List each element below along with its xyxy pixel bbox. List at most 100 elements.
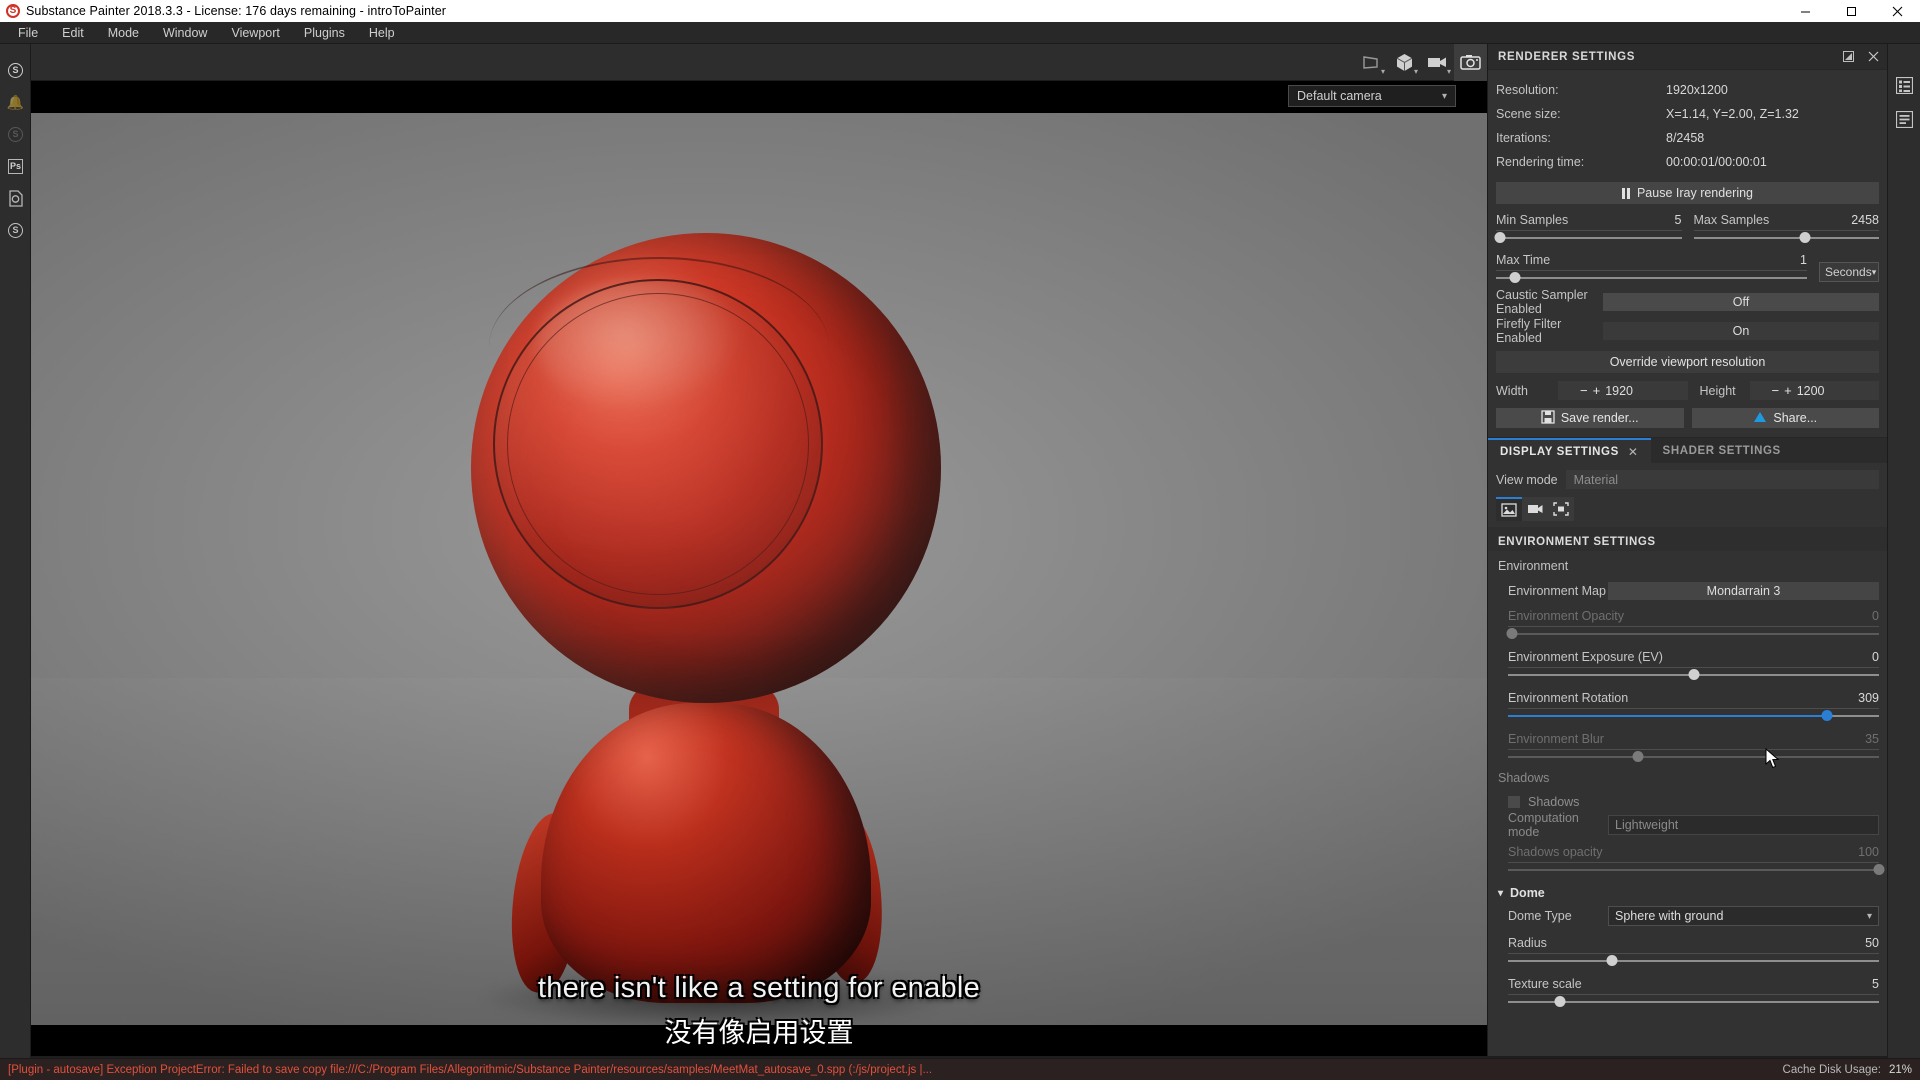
view-mode-field[interactable]: Material: [1565, 470, 1879, 489]
width-minus-icon[interactable]: −: [1580, 383, 1588, 398]
save-render-button[interactable]: Save render...: [1496, 408, 1684, 428]
firefly-filter-toggle[interactable]: On: [1603, 322, 1879, 340]
camera-selector[interactable]: Default camera ▾: [1288, 85, 1456, 107]
dome-type-select[interactable]: Sphere with ground ▾: [1608, 906, 1879, 926]
renderer-settings-body: Resolution: 1920x1200 Scene size: X=1.14…: [1488, 70, 1887, 428]
dome-texture-scale-slider[interactable]: Texture scale 5: [1508, 977, 1879, 1008]
document-properties-icon[interactable]: [1888, 102, 1920, 136]
dome-radius-slider[interactable]: Radius 50: [1508, 936, 1879, 967]
renderer-settings-title: RENDERER SETTINGS: [1498, 50, 1636, 63]
dome-radius-label: Radius: [1508, 936, 1547, 950]
status-cache-usage: Cache Disk Usage: 21%: [1783, 1064, 1912, 1076]
max-samples-slider[interactable]: Max Samples 2458: [1693, 213, 1879, 244]
environment-rotation-slider[interactable]: Environment Rotation 309: [1508, 691, 1879, 722]
render-canvas[interactable]: [31, 113, 1487, 1028]
cache-usage-value: 21%: [1888, 1063, 1912, 1076]
shadows-checkbox[interactable]: [1508, 796, 1520, 808]
view-mode-label: View mode: [1496, 472, 1558, 487]
height-minus-icon[interactable]: −: [1772, 383, 1780, 398]
camera-video-icon[interactable]: [1522, 497, 1548, 521]
menu-item-viewport[interactable]: Viewport: [219, 22, 291, 44]
shadows-checkbox-label: Shadows: [1528, 795, 1580, 809]
tab-shader-settings[interactable]: SHADER SETTINGS: [1651, 438, 1793, 463]
application-window: S Substance Painter 2018.3.3 - License: …: [0, 0, 1920, 1080]
pause-iray-rendering-button[interactable]: Pause Iray rendering: [1496, 182, 1879, 204]
substance-share-icon[interactable]: S: [0, 118, 31, 150]
max-time-row: Max Time 1 Seconds ▾: [1496, 253, 1879, 284]
dome-section-title: Dome: [1510, 886, 1545, 900]
pause-icon: [1621, 187, 1630, 199]
close-icon[interactable]: [1868, 51, 1879, 62]
tab-display-settings[interactable]: DISPLAY SETTINGS ✕: [1488, 438, 1651, 463]
environment-opacity-slider[interactable]: Environment Opacity 0: [1506, 609, 1879, 640]
3d-viewport[interactable]: Default camera ▾ there isn't like a sett…: [31, 81, 1487, 1056]
info-row-iterations: Iterations: 8/2458: [1496, 126, 1879, 150]
photoshop-ps-label: Ps: [8, 158, 23, 174]
width-value: 1920: [1605, 383, 1633, 398]
shadows-group-label: Shadows: [1498, 771, 1550, 785]
computation-mode-value[interactable]: Lightweight: [1608, 815, 1879, 835]
dome-radius-value: 50: [1865, 936, 1879, 950]
menu-item-plugins[interactable]: Plugins: [292, 22, 357, 44]
info-value: 8/2458: [1666, 131, 1705, 145]
environment-properties: Environment Map Mondarrain 3 Environment…: [1488, 581, 1887, 763]
max-samples-label: Max Samples: [1693, 213, 1770, 227]
environment-rotation-label: Environment Rotation: [1508, 691, 1629, 705]
environment-blur-slider[interactable]: Environment Blur 35: [1508, 732, 1879, 763]
width-plus-icon[interactable]: +: [1593, 383, 1601, 398]
height-stepper[interactable]: − + 1200: [1749, 381, 1879, 400]
chevron-down-icon: ▾: [1441, 90, 1447, 102]
shadows-properties: Shadows Computation mode Lightweight Sha…: [1488, 795, 1887, 876]
menu-item-mode[interactable]: Mode: [96, 22, 151, 44]
close-icon[interactable]: ✕: [1628, 445, 1639, 459]
photo-camera-render-icon[interactable]: [1454, 43, 1487, 81]
list-view-icon[interactable]: [1888, 68, 1920, 102]
caustic-sampler-toggle[interactable]: Off: [1603, 293, 1879, 311]
environment-exposure-label: Environment Exposure (EV): [1508, 650, 1663, 664]
environment-map-value[interactable]: Mondarrain 3: [1608, 582, 1879, 600]
width-stepper[interactable]: − + 1920: [1558, 381, 1688, 400]
cube-3d-view-icon[interactable]: ▾: [1388, 44, 1421, 81]
dome-type-label: Dome Type: [1508, 909, 1572, 923]
time-unit-select[interactable]: Seconds ▾: [1819, 262, 1879, 282]
substance-circle-icon[interactable]: S: [0, 214, 31, 246]
substance-source-icon[interactable]: S: [0, 54, 31, 86]
projection-plane-icon[interactable]: ▾: [1355, 44, 1388, 81]
substance-logo-icon: S: [6, 4, 20, 18]
status-error-message: [Plugin - autosave] Exception ProjectErr…: [8, 1063, 933, 1076]
image-environment-icon[interactable]: [1496, 497, 1522, 521]
cache-usage-label: Cache Disk Usage:: [1782, 1063, 1881, 1076]
dome-section-header[interactable]: ▾ Dome: [1488, 876, 1887, 900]
computation-mode-row: Computation mode Lightweight: [1508, 811, 1879, 839]
chevron-down-icon: ▾: [1871, 266, 1877, 277]
max-time-slider[interactable]: Max Time 1: [1496, 253, 1807, 284]
menu-item-help[interactable]: Help: [357, 22, 407, 44]
height-plus-icon[interactable]: +: [1784, 383, 1792, 398]
maximize-icon[interactable]: [1828, 0, 1874, 22]
menu-item-window[interactable]: Window: [151, 22, 219, 44]
render-vignette: [31, 113, 1487, 1025]
environment-blur-label: Environment Blur: [1508, 732, 1604, 746]
minimize-icon[interactable]: [1782, 0, 1828, 22]
min-samples-slider[interactable]: Min Samples 5: [1494, 213, 1682, 244]
bell-notification-icon[interactable]: 🔔: [0, 86, 31, 118]
frame-selection-icon[interactable]: [1548, 497, 1574, 521]
environment-exposure-slider[interactable]: Environment Exposure (EV) 0: [1508, 650, 1879, 681]
shadows-checkbox-row[interactable]: Shadows: [1508, 795, 1879, 809]
share-button[interactable]: Share...: [1691, 408, 1879, 428]
menu-item-edit[interactable]: Edit: [50, 22, 96, 44]
width-label: Width: [1496, 383, 1528, 398]
close-icon[interactable]: [1874, 0, 1920, 22]
shadows-opacity-slider[interactable]: Shadows opacity 100: [1508, 845, 1885, 876]
undock-panel-icon[interactable]: [1843, 51, 1854, 62]
right-panel: RENDERER SETTINGS Resolution: 1920x1200 …: [1487, 44, 1887, 1056]
environment-opacity-value: 0: [1872, 609, 1879, 623]
photoshop-ps-icon[interactable]: Ps: [0, 150, 31, 182]
shadows-opacity-value: 100: [1858, 845, 1879, 859]
window-controls: [1782, 0, 1920, 22]
file-document-icon[interactable]: [0, 182, 31, 214]
menu-item-file[interactable]: File: [6, 22, 50, 44]
caustic-sampler-row: Caustic Sampler Enabled Off: [1496, 288, 1879, 316]
override-viewport-resolution-button[interactable]: Override viewport resolution: [1496, 351, 1879, 373]
camera-video-icon[interactable]: ▾: [1421, 44, 1454, 81]
